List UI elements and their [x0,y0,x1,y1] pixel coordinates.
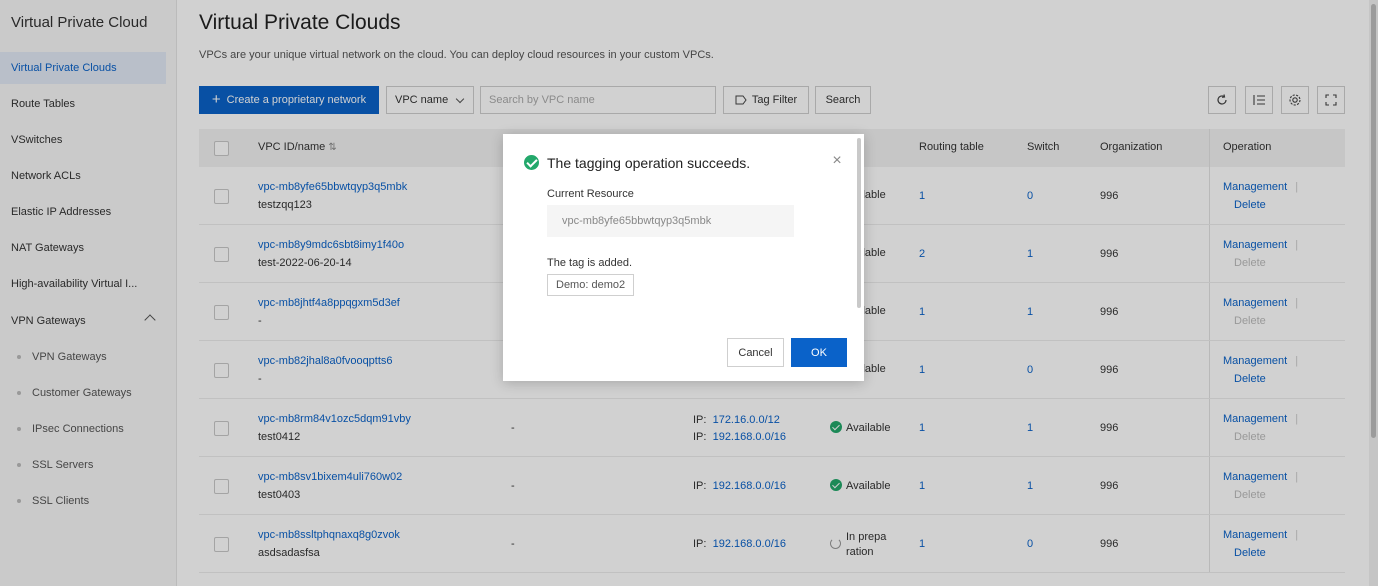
dialog-scrollbar[interactable] [857,138,861,308]
tagging-success-dialog: The tagging operation succeeds. × Curren… [503,134,864,381]
current-resource-label: Current Resource [547,188,634,200]
ok-button[interactable]: OK [791,338,847,367]
tag-chip: Demo: demo2 [547,274,635,296]
close-icon[interactable]: × [830,153,844,169]
dialog-title: The tagging operation succeeds. [547,155,751,171]
cancel-button[interactable]: Cancel [727,338,784,367]
success-check-icon [524,155,539,170]
tag-added-label: The tag is added. [547,257,633,269]
current-resource-value: vpc-mb8yfe65bbwtqyp3q5mbk [547,205,794,237]
